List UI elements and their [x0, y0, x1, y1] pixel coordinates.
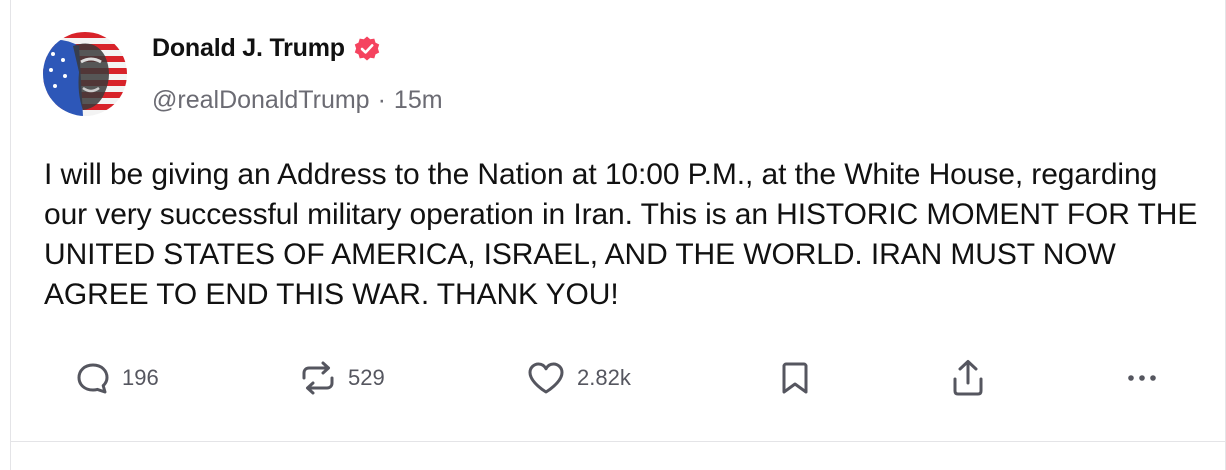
author-handle-row: @realDonaldTrump · 15m: [152, 86, 443, 115]
post-timestamp[interactable]: 15m: [394, 86, 443, 115]
share-icon: [948, 357, 988, 399]
repost-count: 529: [348, 365, 385, 390]
verified-badge-icon: [353, 35, 381, 63]
share-button[interactable]: [948, 356, 988, 400]
comment-icon: [74, 359, 112, 397]
post-text: I will be giving an Address to the Natio…: [44, 158, 1198, 311]
reply-count: 196: [122, 365, 159, 390]
like-button[interactable]: 2.82k: [525, 356, 631, 400]
post-divider: [10, 441, 1226, 442]
author-handle[interactable]: @realDonaldTrump: [152, 86, 370, 115]
like-count: 2.82k: [577, 365, 631, 390]
reply-button[interactable]: 196: [74, 356, 159, 400]
author-name-row: Donald J. Trump: [152, 34, 381, 63]
handle-separator: ·: [377, 86, 386, 114]
heart-icon: [525, 358, 567, 398]
author-display-name[interactable]: Donald J. Trump: [152, 34, 345, 63]
avatar[interactable]: [43, 32, 127, 116]
bookmark-button[interactable]: [778, 356, 812, 400]
bookmark-icon: [778, 358, 812, 398]
repost-icon: [298, 358, 338, 398]
post-actions-bar: 196 529 2.82k: [0, 356, 1226, 400]
repost-button[interactable]: 529: [298, 356, 385, 400]
avatar-image: [43, 32, 127, 116]
more-options-button[interactable]: [1122, 356, 1162, 400]
more-icon: [1122, 358, 1162, 398]
